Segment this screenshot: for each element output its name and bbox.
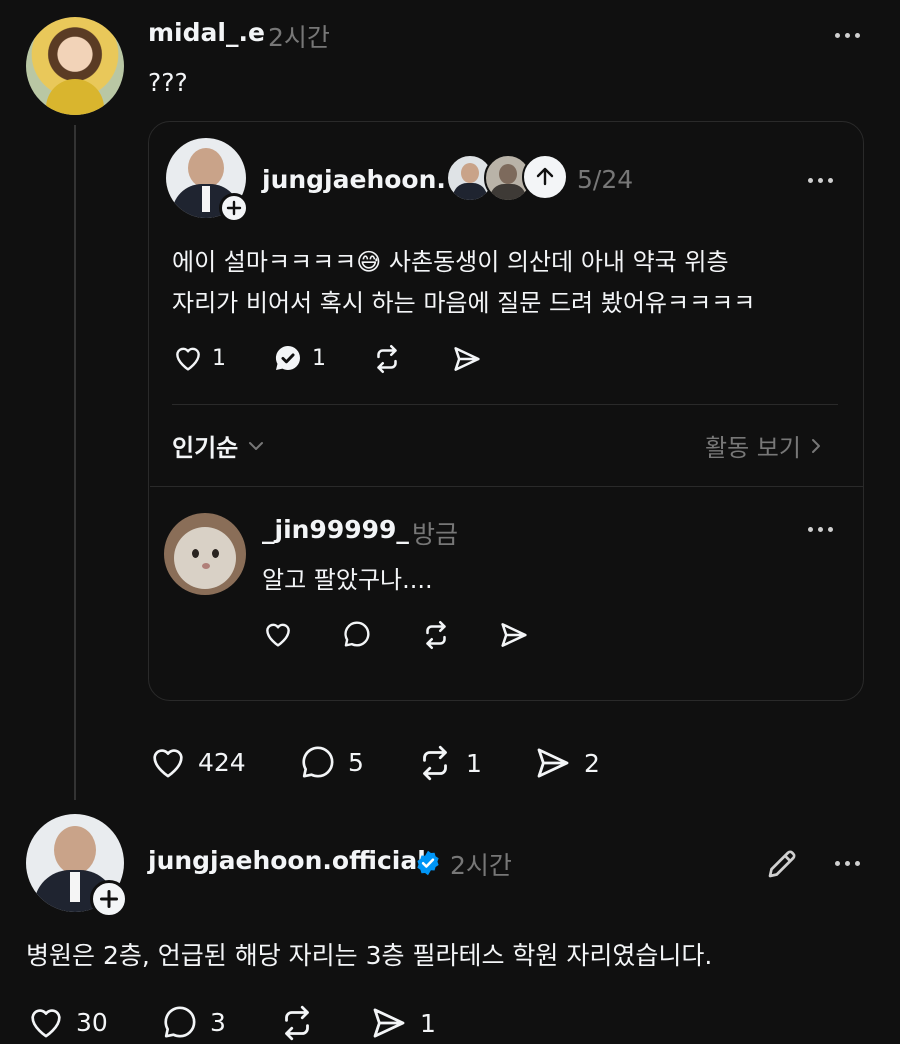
- post2-time: 2시간: [450, 851, 512, 880]
- quoted-repost-button[interactable]: [370, 342, 404, 376]
- post-repost-count: 1: [466, 748, 482, 778]
- avatar-midal[interactable]: [26, 17, 124, 115]
- post-like-count: 424: [198, 747, 246, 777]
- repost-icon: [414, 742, 456, 784]
- post2-share-count: 1: [420, 1008, 436, 1038]
- follow-plus-icon[interactable]: [90, 880, 128, 918]
- repost-icon: [419, 618, 453, 652]
- reply-more-options-icon[interactable]: [808, 527, 833, 532]
- reply-time: 방금: [412, 520, 459, 549]
- quoted-username[interactable]: jungjaehoon.c: [262, 165, 461, 194]
- follow-plus-icon[interactable]: [219, 193, 249, 223]
- chevron-right-icon: [807, 437, 825, 455]
- send-icon: [497, 618, 531, 652]
- send-icon: [368, 1002, 410, 1044]
- post2-text: 병원은 2층, 언급된 해당 자리는 3층 필라테스 학원 자리였습니다.: [26, 941, 713, 970]
- quoted-reply-count: 1: [312, 345, 326, 371]
- quoted-more-options-icon[interactable]: [808, 178, 833, 183]
- quoted-text-line-2: 자리가 비어서 혹시 하는 마음에 질문 드려 봤어유ㅋㅋㅋㅋ: [172, 289, 756, 317]
- sort-dropdown[interactable]: 인기순: [172, 428, 266, 463]
- send-icon: [532, 742, 574, 784]
- comment-icon: [160, 1002, 200, 1042]
- view-activity-link[interactable]: 활동 보기: [705, 428, 825, 463]
- heart-icon: [172, 342, 204, 374]
- chevron-down-icon: [246, 436, 266, 456]
- reply-username[interactable]: _jin99999_: [262, 515, 409, 544]
- reply-item[interactable]: [150, 486, 864, 700]
- post2-repost-button[interactable]: [276, 1002, 318, 1044]
- reply-like-button[interactable]: [262, 618, 294, 650]
- quoted-date: 5/24: [577, 165, 634, 194]
- post-comment-button[interactable]: 5: [298, 742, 364, 782]
- post-share-count: 2: [584, 748, 600, 778]
- replied-check-icon: [272, 342, 304, 374]
- post2-share-button[interactable]: 1: [368, 1002, 436, 1044]
- post2-comment-count: 3: [210, 1007, 226, 1037]
- reply-comment-button[interactable]: [341, 618, 373, 650]
- post2-like-count: 30: [76, 1007, 108, 1037]
- quoted-like-button[interactable]: 1: [172, 342, 226, 374]
- repost-icon: [276, 1002, 318, 1044]
- post2-comment-button[interactable]: 3: [160, 1002, 226, 1042]
- heart-icon: [148, 742, 188, 782]
- reply-text: 알고 팔았구나....: [262, 566, 433, 594]
- post-share-button[interactable]: 2: [532, 742, 600, 784]
- quoted-text-line-1: 에이 설마ㅋㅋㅋㅋ😅 사촌동생이 의산데 아내 약국 위층: [172, 248, 729, 276]
- post2-more-options-icon[interactable]: [835, 861, 860, 866]
- quoted-reply-button[interactable]: 1: [272, 342, 326, 374]
- post-text: ???: [148, 68, 188, 97]
- post-username[interactable]: midal_.e: [148, 18, 265, 47]
- reply-repost-button[interactable]: [419, 618, 453, 652]
- divider: [172, 404, 838, 405]
- sort-label: 인기순: [172, 434, 239, 462]
- quoted-share-button[interactable]: [450, 342, 484, 376]
- view-activity-label: 활동 보기: [705, 434, 801, 462]
- edit-pencil-icon[interactable]: [764, 846, 800, 882]
- heart-icon: [26, 1002, 66, 1042]
- more-options-icon[interactable]: [835, 33, 860, 38]
- avatar-jin[interactable]: [164, 513, 246, 595]
- scroll-up-icon[interactable]: [522, 154, 568, 200]
- post-repost-button[interactable]: 1: [414, 742, 482, 784]
- heart-icon: [262, 618, 294, 650]
- post-comment-count: 5: [348, 747, 364, 777]
- post-like-button[interactable]: 424: [148, 742, 246, 782]
- verified-badge-icon: [414, 849, 442, 877]
- quoted-like-count: 1: [212, 345, 226, 371]
- post-time: 2시간: [268, 23, 330, 52]
- repost-icon: [370, 342, 404, 376]
- post2-like-button[interactable]: 30: [26, 1002, 108, 1042]
- comment-icon: [298, 742, 338, 782]
- thread-line: [74, 125, 76, 800]
- comment-icon: [341, 618, 373, 650]
- reply-share-button[interactable]: [497, 618, 531, 652]
- send-icon: [450, 342, 484, 376]
- post2-username[interactable]: jungjaehoon.official: [148, 846, 426, 875]
